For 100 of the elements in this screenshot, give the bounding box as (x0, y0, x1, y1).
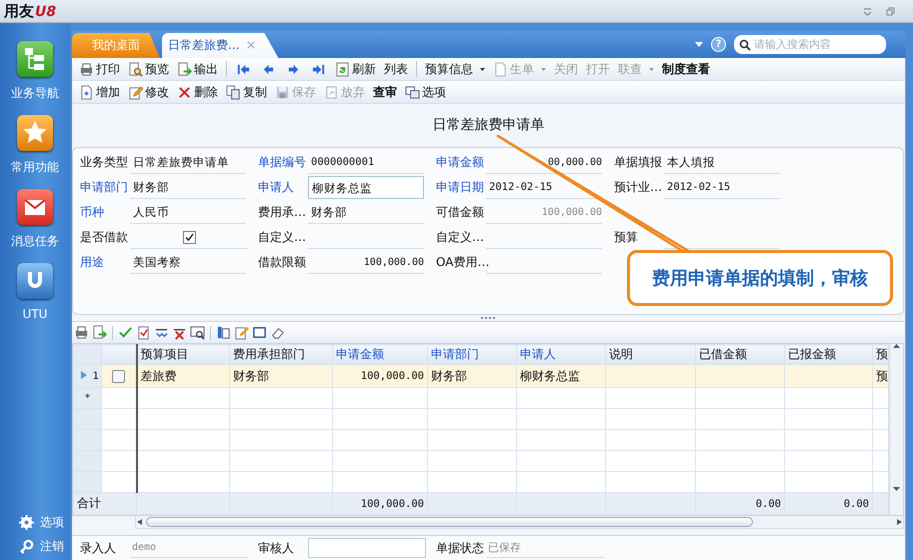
logo: 用友U8 (4, 2, 56, 20)
input-field[interactable]: 日常差旅费申请单 (130, 151, 246, 174)
key-icon[interactable] (19, 538, 34, 554)
print-icon[interactable] (74, 325, 89, 340)
table-cell: 100,000.00 (332, 364, 428, 388)
column-header[interactable]: 申请人 (516, 344, 606, 364)
field-label: 申请金额 (436, 154, 485, 171)
input-field[interactable]: 人民币 (130, 201, 246, 224)
field-label: 单据填报 (614, 154, 663, 171)
field-label: 预算 (614, 229, 639, 246)
tab-label[interactable]: 日常差旅费... (168, 37, 240, 54)
checkbox[interactable] (182, 230, 196, 244)
toolbar-button[interactable]: 预算信息 (422, 59, 488, 79)
toolbar-button[interactable]: 选项 (402, 82, 449, 102)
scroll-down-icon[interactable] (893, 487, 900, 491)
form-title: 日常差旅费申请单 (432, 116, 546, 135)
column-header[interactable]: 预算项目 (136, 344, 230, 364)
row-number: 1 (92, 370, 99, 382)
splitter-handle[interactable] (480, 316, 496, 320)
copy-icon (226, 84, 241, 100)
table-cell: 差旅费 (136, 364, 230, 388)
settings-icon[interactable] (19, 514, 34, 530)
field-label: 申请日期 (436, 179, 485, 196)
toolbar-button[interactable]: 查审 (370, 82, 400, 102)
horseshoe-icon[interactable] (17, 263, 53, 299)
document-icon (493, 62, 508, 76)
sidebar-item[interactable]: 常用功能 (11, 159, 59, 176)
field-label: 业务类型 (80, 154, 129, 171)
input-field[interactable]: 0000000001 (308, 151, 424, 174)
scroll-right-icon[interactable] (895, 519, 903, 525)
clipboard-check-icon[interactable] (136, 325, 151, 340)
delete-icon (177, 84, 192, 100)
document-arrow-icon[interactable] (92, 325, 107, 340)
navigation-icon[interactable] (17, 41, 53, 77)
table-cell: 财务部 (230, 364, 332, 388)
new-row-marker: * (85, 392, 90, 404)
column-header[interactable]: 已借金额 (696, 344, 784, 364)
collapse-icon[interactable] (863, 6, 872, 16)
toolbar-button[interactable]: 修改 (125, 82, 172, 102)
options-icon (405, 84, 420, 100)
field-label: 可借金额 (436, 204, 485, 221)
vertical-scrollbar[interactable] (889, 344, 903, 515)
field-label: 单据编号 (258, 154, 307, 171)
check-icon[interactable] (118, 325, 133, 340)
field-label: 借款限额 (258, 254, 307, 271)
sidebar-item[interactable]: 注销 (40, 538, 64, 554)
column-header[interactable]: 申请部门 (428, 344, 516, 364)
input-field[interactable]: 财务部 (308, 201, 424, 224)
input-field[interactable]: 2012-02-15 (664, 176, 780, 199)
restore-icon[interactable] (886, 6, 895, 16)
input-field[interactable]: 财务部 (130, 176, 246, 199)
field-label: 录入人 (80, 540, 117, 556)
find-icon[interactable] (190, 325, 205, 340)
window-icon[interactable] (252, 325, 267, 340)
scroll-left-icon[interactable] (136, 519, 144, 525)
column-header[interactable]: 说明 (606, 344, 696, 364)
horizontal-scrollbar[interactable] (135, 516, 904, 529)
input-field[interactable]: 美国考察 (130, 251, 246, 274)
total-cell: 0.00 (784, 492, 872, 514)
field-label: 单据状态 (436, 540, 485, 556)
pencil-icon[interactable] (234, 325, 249, 340)
save-icon (275, 84, 290, 100)
caret-icon[interactable] (480, 68, 485, 70)
table-cell: 柳财务总监 (516, 364, 606, 388)
sidebar-item[interactable]: 业务导航 (11, 85, 59, 102)
print-icon (79, 62, 94, 76)
column-header[interactable]: 预 (872, 344, 888, 364)
input-field[interactable]: 柳财务总监 (308, 176, 424, 199)
checkbox[interactable] (112, 370, 126, 382)
table-cell: 预 (872, 364, 888, 388)
toolbar-button[interactable]: 输出 (174, 59, 221, 79)
field-label: OA费用… (436, 254, 486, 271)
toolbar-button[interactable]: 刷新 (332, 59, 379, 79)
sidebar-item[interactable]: 选项 (40, 514, 64, 530)
total-cell: 0.00 (696, 492, 784, 514)
field-label: 用途 (80, 254, 105, 271)
eraser-icon[interactable] (270, 325, 285, 340)
column-header[interactable]: 费用承担部门 (230, 344, 332, 364)
toolbar-button[interactable]: 复制 (223, 82, 270, 102)
input-field[interactable] (308, 538, 426, 558)
toolbar-button[interactable]: 打印 (76, 59, 123, 79)
callout: 费用申请单据的填制，审核 (627, 250, 893, 306)
toolbar-button[interactable]: 删除 (174, 82, 221, 102)
toolbar-button[interactable]: 制度查看 (659, 59, 713, 79)
field-value: 已保存 (486, 538, 604, 558)
input-field[interactable]: 100,000.00 (308, 251, 424, 274)
toolbar-button[interactable]: 预览 (125, 59, 172, 79)
pencil-icon (128, 84, 143, 100)
column-header[interactable]: 已报金额 (784, 344, 872, 364)
column-header[interactable]: 申请金额 (332, 344, 428, 364)
search-field[interactable]: 请输入搜索内容 (734, 35, 886, 54)
toolbar-button[interactable]: 增加 (76, 82, 123, 102)
toolbar-button[interactable]: 列表 (381, 59, 411, 79)
sidebar-item[interactable]: 消息任务 (11, 233, 59, 250)
search-icon (739, 39, 751, 51)
message-icon[interactable] (17, 189, 53, 225)
table-cell: 财务部 (428, 364, 516, 388)
tab[interactable]: 日常差旅费... × (162, 33, 278, 58)
column-icon[interactable] (216, 325, 231, 340)
input-field[interactable]: 本人填报 (664, 151, 780, 174)
